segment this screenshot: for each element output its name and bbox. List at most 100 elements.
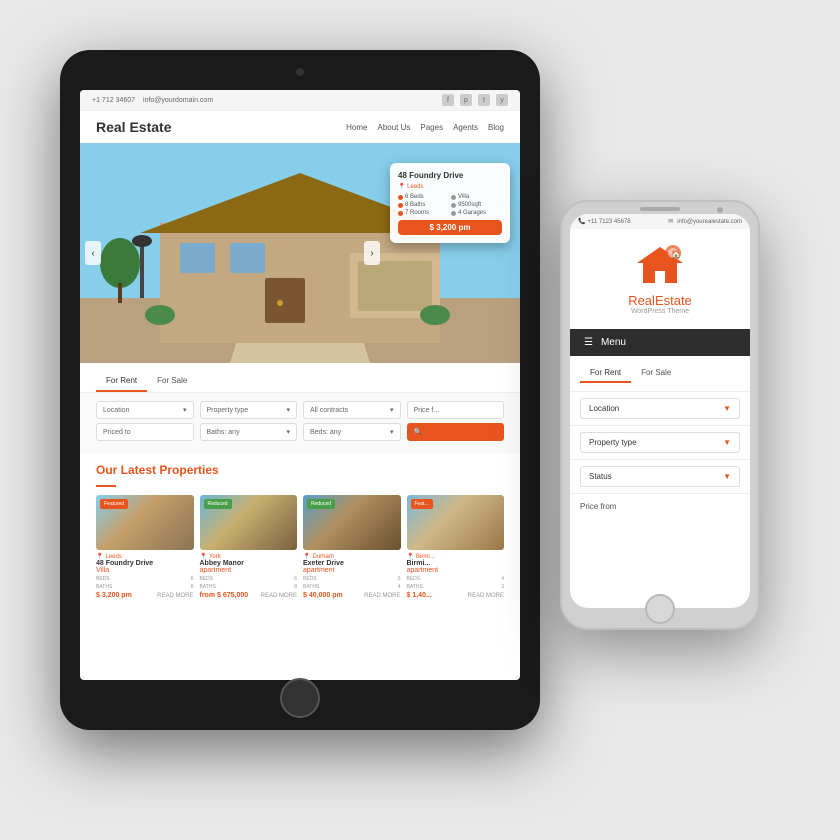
property-bottom: $ 40,000 pm READ MORE (303, 592, 401, 599)
phone-tabs: For Rent For Sale (570, 356, 750, 392)
status-filter-section: Status ▼ (570, 460, 750, 494)
property-type-filter-section: Property type ▼ (570, 426, 750, 460)
phone-menu-bar[interactable]: ☰ Menu (570, 329, 750, 356)
contracts-filter[interactable]: All contracts▾ (303, 401, 401, 419)
status-filter-arrow: ▼ (723, 472, 731, 481)
phone-number: +11 7123 45678 (587, 219, 630, 225)
phone-topbar-right: ✉ info@yourealestate.com (668, 218, 742, 225)
tablet-device: +1 712 34607 info@yourdomain.com f p t y… (60, 50, 540, 730)
nav-pages[interactable]: Pages (420, 123, 443, 132)
hero-next-button[interactable]: › (364, 241, 380, 265)
property-location: 📍 Leeds (96, 553, 194, 560)
property-image: Feat... (407, 495, 505, 550)
phone-logo-section: 🏠 RealEstate WordPress Theme (570, 229, 750, 329)
read-more-link[interactable]: READ MORE (364, 593, 400, 599)
phone-email: info@yourealestate.com (677, 219, 742, 225)
site-topbar: +1 712 34607 info@yourdomain.com f p t y (80, 90, 520, 111)
topbar-email: info@yourdomain.com (143, 97, 213, 104)
baths-filter[interactable]: Baths: any▾ (200, 423, 298, 441)
beds-dot (398, 195, 403, 200)
property-bottom: $ 3,200 pm READ MORE (96, 592, 194, 599)
hero-section: 48 Foundry Drive 📍 Leeds 6 Beds Villa (80, 143, 520, 363)
phone-home-button[interactable] (645, 594, 675, 624)
list-item: Feat... 📍 Birmi... Birmi... apartment BE… (407, 495, 505, 602)
phone-price-section: Price from (570, 494, 750, 519)
rooms-dot (398, 211, 403, 216)
phone-topbar-left: 📞 +11 7123 45678 (578, 218, 631, 225)
card-title: 48 Foundry Drive (398, 171, 502, 180)
property-location: 📍 Birmi... (407, 553, 505, 560)
property-grid: Featured 📍 Leeds 48 Foundry Drive Villa … (96, 495, 504, 602)
property-badge: Feat... (411, 499, 433, 509)
detail-garages: 4 Garages (451, 210, 502, 216)
phone-camera (717, 207, 723, 213)
youtube-icon[interactable]: y (496, 94, 508, 106)
main-nav: Home About Us Pages Agents Blog (346, 123, 504, 132)
pinterest-icon[interactable]: p (460, 94, 472, 106)
location-filter-section: Location ▼ (570, 392, 750, 426)
property-bottom: $ 1,40... READ MORE (407, 592, 505, 599)
tablet-home-button[interactable] (280, 678, 320, 718)
property-name: Abbey Manor (200, 560, 298, 567)
property-meta: BEDS4 (407, 576, 505, 582)
nav-agents[interactable]: Agents (453, 123, 478, 132)
search-button[interactable]: 🔍 (407, 423, 505, 441)
card-price[interactable]: $ 3,200 pm (398, 220, 502, 235)
property-name: 48 Foundry Drive (96, 560, 194, 567)
properties-title: Our Latest Properties (96, 463, 504, 477)
detail-beds: 6 Beds (398, 194, 449, 200)
property-meta: BEDS5 (303, 576, 401, 582)
scene: +1 712 34607 info@yourdomain.com f p t y… (0, 0, 840, 840)
phone-logo-icon: 🏠 (635, 243, 685, 287)
property-image: Featured (96, 495, 194, 550)
property-location: 📍 York (200, 553, 298, 560)
topbar-right: f p t y (442, 94, 508, 106)
location-filter-arrow: ▼ (723, 404, 731, 413)
property-location: 📍 Durham (303, 553, 401, 560)
price-to-filter[interactable]: Priced to (96, 423, 194, 441)
filter-row-1: Location▾ Property type▾ All contracts▾ … (96, 401, 504, 419)
card-details: 6 Beds Villa 8 Baths 9500sqft (398, 194, 502, 216)
tab-for-rent[interactable]: For Rent (96, 371, 147, 392)
list-item: Featured 📍 Leeds 48 Foundry Drive Villa … (96, 495, 194, 602)
price-filter[interactable]: Price f... (407, 401, 505, 419)
phone-tab-for-rent[interactable]: For Rent (580, 364, 631, 383)
phone-topbar: 📞 +11 7123 45678 ✉ info@yourealestate.co… (570, 214, 750, 229)
baths-dot (398, 203, 403, 208)
site-logo: Real Estate (96, 119, 171, 135)
property-badge: Reduced (204, 499, 232, 509)
nav-about[interactable]: About Us (377, 123, 410, 132)
facebook-icon[interactable]: f (442, 94, 454, 106)
menu-label: Menu (601, 337, 626, 348)
property-price: $ 40,000 pm (303, 592, 343, 599)
site-header: Real Estate Home About Us Pages Agents B… (80, 111, 520, 143)
property-type-filter-row[interactable]: Property type ▼ (580, 432, 740, 453)
property-meta: BEDS6 (96, 576, 194, 582)
twitter-icon[interactable]: t (478, 94, 490, 106)
nav-blog[interactable]: Blog (488, 123, 504, 132)
hero-prev-button[interactable]: ‹ (85, 241, 101, 265)
property-type-filter-label: Property type (589, 438, 637, 447)
phone-tab-for-sale[interactable]: For Sale (631, 364, 681, 383)
detail-type: Villa (451, 194, 502, 200)
beds-filter[interactable]: Beds: any▾ (303, 423, 401, 441)
property-info: 📍 Leeds 48 Foundry Drive Villa BEDS6 BAT… (96, 550, 194, 602)
property-badge: Featured (100, 499, 128, 509)
property-type-filter[interactable]: Property type▾ (200, 401, 298, 419)
topbar-phone: +1 712 34607 (92, 97, 135, 104)
property-info: 📍 Birmi... Birmi... apartment BEDS4 BATH… (407, 550, 505, 602)
property-badge: Reduced (307, 499, 335, 509)
location-filter[interactable]: Location▾ (96, 401, 194, 419)
tab-for-sale[interactable]: For Sale (147, 371, 197, 392)
status-filter-row[interactable]: Status ▼ (580, 466, 740, 487)
nav-home[interactable]: Home (346, 123, 367, 132)
topbar-left: +1 712 34607 info@yourdomain.com (92, 97, 213, 104)
property-image: Reduced (303, 495, 401, 550)
property-price: $ 1,40... (407, 592, 432, 599)
read-more-link[interactable]: READ MORE (468, 593, 504, 599)
read-more-link[interactable]: READ MORE (157, 593, 193, 599)
read-more-link[interactable]: READ MORE (261, 593, 297, 599)
location-filter-row[interactable]: Location ▼ (580, 398, 740, 419)
detail-sqft: 9500sqft (451, 202, 502, 208)
location-filter-label: Location (589, 404, 619, 413)
